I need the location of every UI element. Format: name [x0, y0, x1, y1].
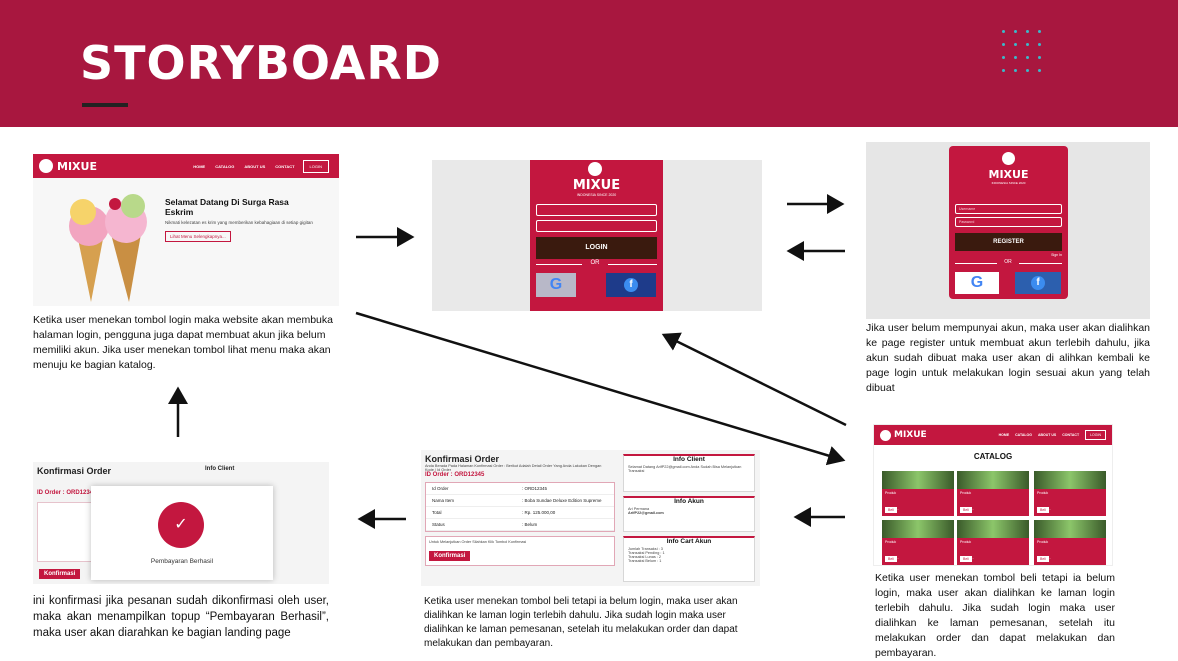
- flow-arrows: [168, 194, 847, 529]
- arrow-catalog-to-login: [661, 332, 847, 427]
